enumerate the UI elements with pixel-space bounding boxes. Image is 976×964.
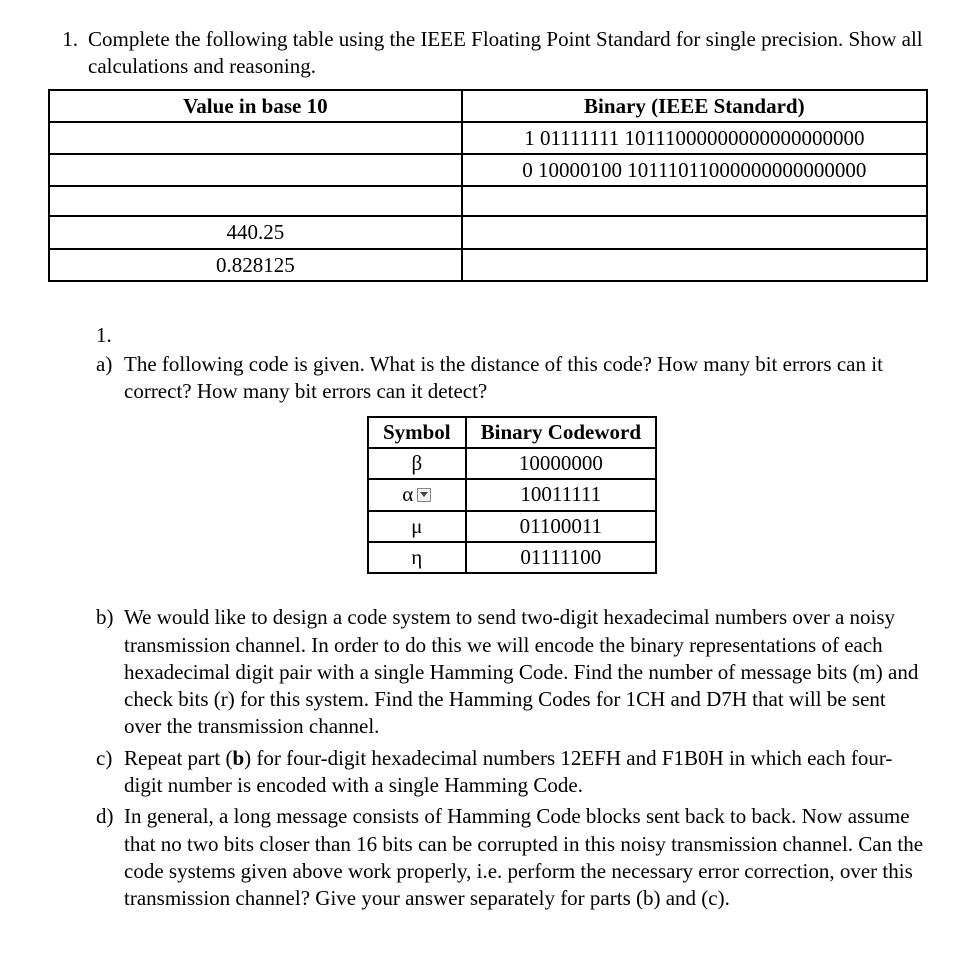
part-d-text: In general, a long message consists of H…	[124, 803, 928, 912]
table-row: η 01111100	[368, 542, 656, 573]
code-cell-codeword: 10011111	[466, 479, 656, 510]
ieee-cell-base10	[49, 186, 462, 216]
part-c-prefix: Repeat part (	[124, 746, 232, 770]
table-row: 440.25	[49, 216, 927, 248]
code-th-codeword: Binary Codeword	[466, 417, 656, 448]
code-cell-codeword: 01100011	[466, 511, 656, 542]
part-b-text: We would like to design a code system to…	[124, 604, 928, 740]
ieee-cell-base10	[49, 154, 462, 186]
q1-number: 1.	[48, 26, 88, 81]
table-row: 1 01111111 10111000000000000000000	[49, 122, 927, 154]
ieee-cell-binary	[462, 249, 927, 281]
q2-number: 1.	[96, 322, 928, 349]
table-row: μ 01100011	[368, 511, 656, 542]
code-table: Symbol Binary Codeword β 10000000 α 1001…	[367, 416, 657, 574]
code-cell-symbol-text: α	[402, 481, 413, 508]
part-c-bold: b	[232, 746, 244, 770]
ieee-th-base10: Value in base 10	[49, 90, 462, 122]
code-th-symbol: Symbol	[368, 417, 466, 448]
ieee-cell-binary	[462, 186, 927, 216]
ieee-th-binary: Binary (IEEE Standard)	[462, 90, 927, 122]
table-row: 0.828125	[49, 249, 927, 281]
part-c-text: Repeat part (b) for four-digit hexadecim…	[124, 745, 928, 800]
code-cell-symbol: α	[368, 479, 466, 510]
ieee-table: Value in base 10 Binary (IEEE Standard) …	[48, 89, 928, 282]
code-cell-symbol: μ	[368, 511, 466, 542]
table-row	[49, 186, 927, 216]
part-d-label: d)	[96, 803, 124, 912]
table-row: β 10000000	[368, 448, 656, 479]
ieee-cell-binary	[462, 216, 927, 248]
code-cell-codeword: 10000000	[466, 448, 656, 479]
q1-prompt: Complete the following table using the I…	[88, 26, 928, 81]
part-a-label: a)	[96, 351, 124, 406]
code-cell-codeword: 01111100	[466, 542, 656, 573]
table-row: 0 10000100 10111011000000000000000	[49, 154, 927, 186]
ieee-cell-binary: 1 01111111 10111000000000000000000	[462, 122, 927, 154]
table-row: α 10011111	[368, 479, 656, 510]
ieee-cell-base10: 440.25	[49, 216, 462, 248]
ieee-cell-binary: 0 10000100 10111011000000000000000	[462, 154, 927, 186]
part-b-label: b)	[96, 604, 124, 740]
ieee-cell-base10: 0.828125	[49, 249, 462, 281]
dropdown-icon[interactable]	[417, 488, 431, 502]
ieee-cell-base10	[49, 122, 462, 154]
part-c-label: c)	[96, 745, 124, 800]
code-cell-symbol: η	[368, 542, 466, 573]
code-cell-symbol: β	[368, 448, 466, 479]
part-a-text: The following code is given. What is the…	[124, 351, 928, 406]
